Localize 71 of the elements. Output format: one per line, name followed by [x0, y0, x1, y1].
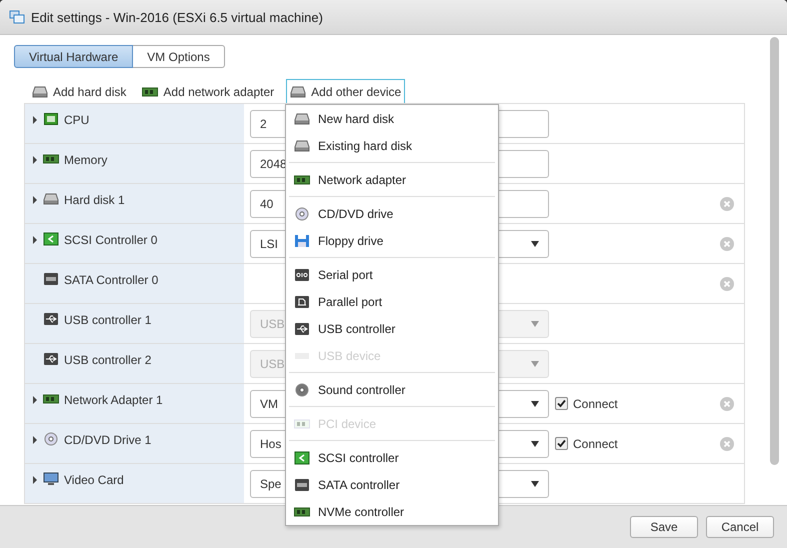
caret-icon	[531, 400, 539, 406]
sata-icon	[43, 272, 59, 286]
menu-item[interactable]: Existing hard disk	[286, 132, 498, 159]
menu-item[interactable]: Floppy drive	[286, 227, 498, 254]
network-card-icon	[142, 84, 158, 98]
checkbox[interactable]	[555, 397, 568, 410]
dialog-button[interactable]: Save	[630, 516, 698, 538]
menu-item[interactable]: SATA controller	[286, 471, 498, 498]
window-title: Edit settings - Win-2016 (ESXi 6.5 virtual machine)	[31, 10, 323, 24]
caret-icon	[531, 440, 539, 446]
checkbox-label[interactable]: Connect	[573, 436, 618, 450]
usb-icon	[43, 352, 59, 366]
circuit-board-icon	[294, 504, 310, 518]
disc-icon	[294, 206, 310, 220]
scsi-controller-icon	[294, 450, 310, 464]
checkbox[interactable]	[555, 437, 568, 450]
checkbox-label[interactable]: Connect	[573, 396, 618, 410]
sata-icon	[294, 478, 310, 492]
toolbar-button[interactable]: Add network adapter	[138, 79, 278, 103]
window-icon	[9, 10, 25, 24]
device-name: Memory	[64, 152, 108, 168]
speaker-icon	[294, 382, 310, 396]
usb-icon	[43, 312, 59, 326]
menu-item[interactable]: Serial port	[286, 261, 498, 288]
dialog-button[interactable]: Cancel	[706, 516, 774, 538]
tab[interactable]: Virtual Hardware	[14, 45, 134, 68]
disc-icon	[43, 432, 59, 446]
expand-arrow-icon[interactable]	[32, 116, 38, 124]
toolbar-button[interactable]: Add hard disk	[28, 79, 130, 103]
pci-card-icon	[294, 416, 310, 430]
memory-module-icon	[43, 152, 59, 166]
menu-item[interactable]: SCSI controller	[286, 444, 498, 471]
expand-arrow-icon[interactable]	[32, 236, 38, 244]
printer-port-icon	[294, 294, 310, 308]
caret-icon	[531, 320, 539, 326]
serial-port-icon	[294, 268, 310, 282]
device-name: SATA Controller 0	[64, 272, 158, 288]
device-name: USB controller 2	[64, 352, 152, 368]
device-name: Video Card	[64, 472, 124, 488]
monitor-icon	[43, 472, 59, 486]
expand-arrow-icon[interactable]	[32, 156, 38, 164]
expand-arrow-icon[interactable]	[32, 196, 38, 204]
caret-icon	[531, 240, 539, 246]
device-name: Hard disk 1	[64, 192, 125, 208]
menu-item[interactable]: USB controller	[286, 315, 498, 342]
device-name: USB controller 1	[64, 312, 152, 328]
device-name: CD/DVD Drive 1	[64, 432, 152, 448]
expand-arrow-icon[interactable]	[32, 476, 38, 484]
caret-icon	[531, 360, 539, 366]
tab[interactable]: VM Options	[133, 45, 225, 68]
menu-item[interactable]: New hard disk	[286, 105, 498, 132]
expand-arrow-icon[interactable]	[32, 436, 38, 444]
scrollbar[interactable]	[770, 37, 779, 465]
menu-item[interactable]: CD/DVD drive	[286, 200, 498, 227]
network-card-icon	[43, 392, 59, 406]
menu-item[interactable]: Sound controller	[286, 376, 498, 403]
device-name: Network Adapter 1	[64, 392, 163, 408]
usb-icon	[294, 322, 310, 336]
network-card-icon	[294, 172, 310, 186]
menu-item[interactable]: Network adapter	[286, 166, 498, 193]
chip-icon	[43, 112, 59, 126]
checkmark-icon	[557, 439, 566, 448]
device-name: SCSI Controller 0	[64, 232, 158, 248]
device-name: CPU	[64, 112, 90, 128]
menu-item[interactable]: Parallel port	[286, 288, 498, 315]
toolbar-button[interactable]: Add other device	[286, 79, 406, 103]
caret-icon	[531, 480, 539, 486]
expand-arrow-icon[interactable]	[32, 396, 38, 404]
checkmark-icon	[557, 399, 566, 408]
menu-item[interactable]: NVMe controller	[286, 498, 498, 525]
scsi-controller-icon	[43, 232, 59, 246]
